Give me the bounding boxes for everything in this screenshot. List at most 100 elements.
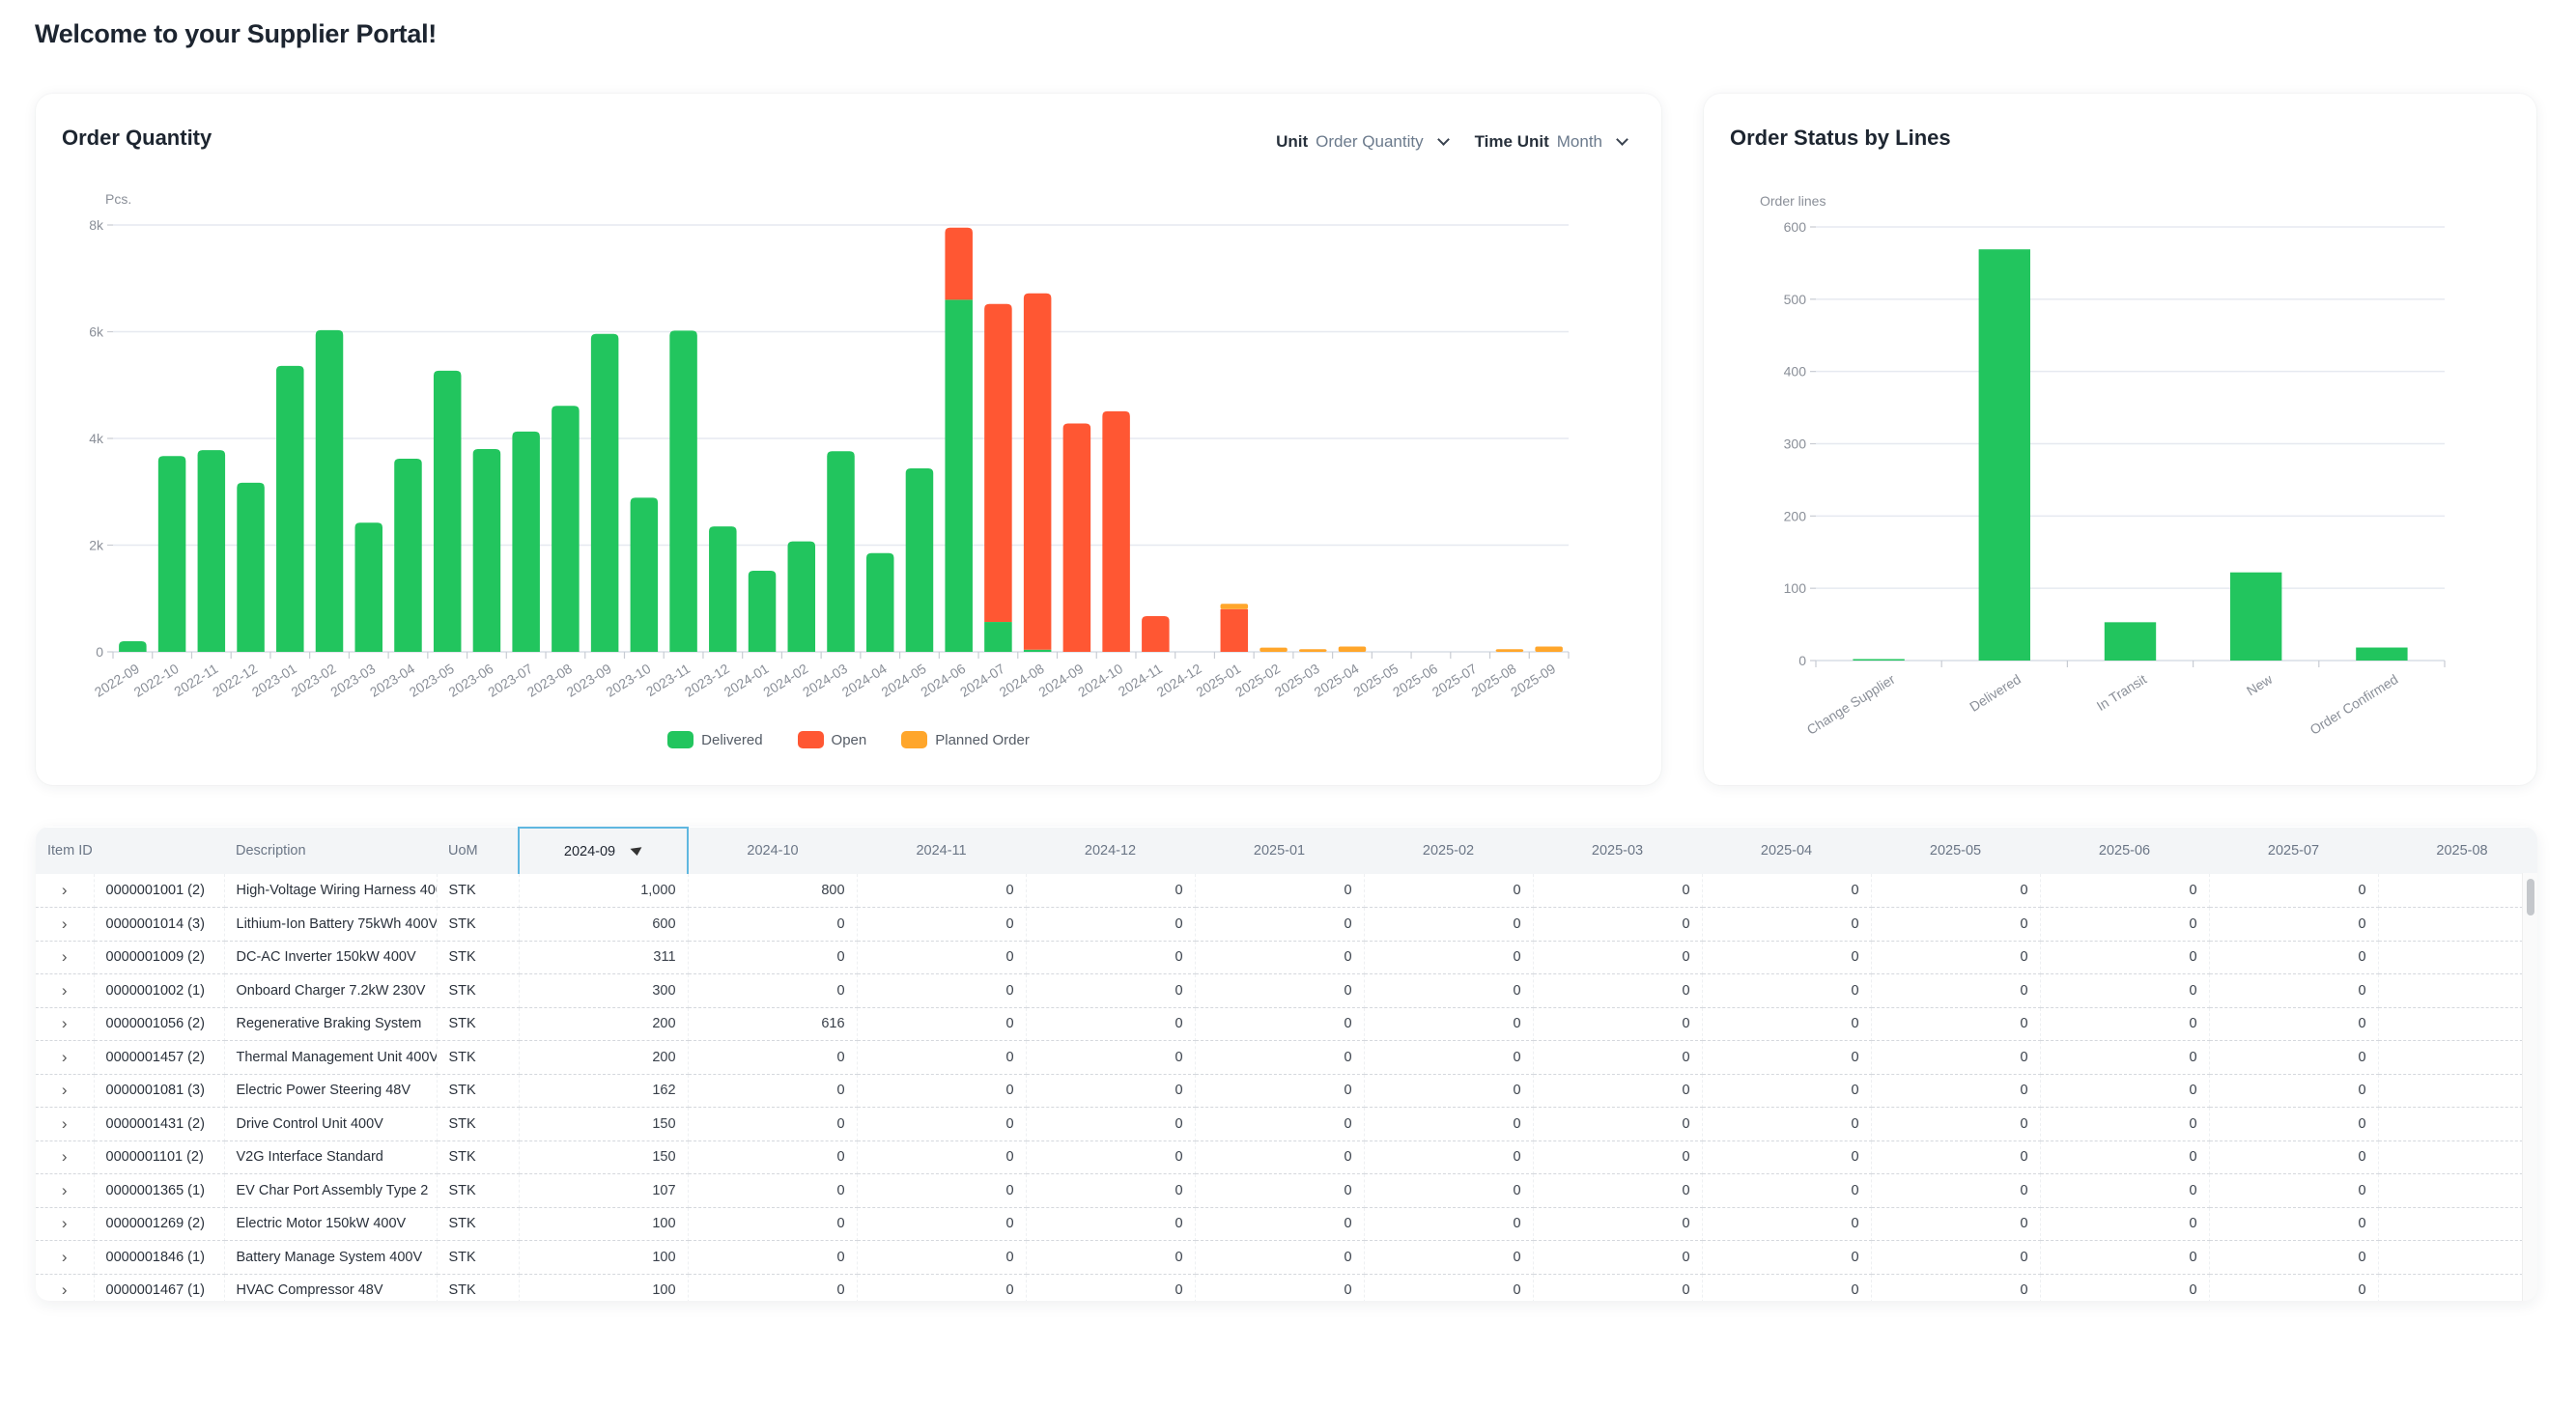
table-row[interactable]: › 0000001056 (2) Regenerative Braking Syst… bbox=[36, 1007, 2537, 1041]
quantity-cell: 0 bbox=[857, 874, 1027, 908]
column-header-2024-10[interactable]: 2024-10 bbox=[688, 828, 858, 874]
bar-delivered[interactable] bbox=[237, 482, 265, 652]
column-header-2025-05[interactable]: 2025-05 bbox=[1871, 828, 2041, 874]
expand-row-chevron-icon[interactable]: › bbox=[36, 907, 95, 942]
column-header-2025-01[interactable]: 2025-01 bbox=[1195, 828, 1365, 874]
expand-row-chevron-icon[interactable]: › bbox=[36, 941, 95, 974]
expand-row-chevron-icon[interactable]: › bbox=[36, 973, 95, 1008]
column-header-2024-09[interactable]: 2024-09 bbox=[518, 827, 690, 874]
expand-row-chevron-icon[interactable]: › bbox=[36, 1207, 95, 1241]
item-id-cell: 0000001009 (2) bbox=[94, 941, 225, 974]
column-header-2025-02[interactable]: 2025-02 bbox=[1364, 828, 1534, 874]
bar-open[interactable] bbox=[1142, 615, 1170, 652]
table-row[interactable]: › 0000001001 (2) High-Voltage Wiring Harne… bbox=[36, 874, 2537, 908]
order-table: Item ID Description UoM 2024-09 2024-10 2024-… bbox=[36, 827, 2537, 1301]
bar-planned-order[interactable] bbox=[1535, 646, 1563, 652]
bar-planned-order[interactable] bbox=[1495, 649, 1524, 652]
bar-delivered[interactable] bbox=[787, 541, 816, 652]
column-header-2025-08[interactable]: 2025-08 bbox=[2378, 828, 2537, 874]
bar-delivered[interactable] bbox=[157, 456, 186, 652]
table-row[interactable]: › 0000001002 (1) Onboard Charger 7.2kW 230… bbox=[36, 973, 2537, 1008]
table-row[interactable]: › 0000001846 (1) Battery Manage System 400… bbox=[36, 1240, 2537, 1275]
bar-planned-order[interactable] bbox=[1260, 647, 1288, 652]
bar-in-transit[interactable] bbox=[2104, 622, 2157, 661]
bar-delivered[interactable] bbox=[315, 329, 344, 652]
quantity-cell: 0 bbox=[1195, 1173, 1365, 1208]
expand-row-chevron-icon[interactable]: › bbox=[36, 874, 95, 908]
bar-delivered[interactable] bbox=[354, 522, 382, 652]
bar-delivered[interactable] bbox=[552, 406, 580, 652]
bar-delivered[interactable] bbox=[748, 571, 777, 652]
expand-row-chevron-icon[interactable]: › bbox=[36, 1274, 95, 1301]
column-header-item-id[interactable]: Item ID bbox=[36, 828, 225, 874]
bar-delivered[interactable] bbox=[984, 622, 1012, 652]
table-row[interactable]: › 0000001009 (2) DC-AC Inverter 150kW 400V… bbox=[36, 941, 2537, 974]
table-row[interactable]: › 0000001467 (1) HVAC Compressor 48V STK 100… bbox=[36, 1274, 2537, 1301]
bar-order-confirmed[interactable] bbox=[2356, 647, 2408, 661]
bar-delivered[interactable] bbox=[276, 365, 304, 652]
bar-delivered[interactable] bbox=[669, 330, 697, 652]
bar-open[interactable] bbox=[1062, 423, 1091, 652]
quantity-cell: 0 bbox=[2040, 907, 2210, 942]
bar-open[interactable] bbox=[945, 227, 973, 300]
table-row[interactable]: › 0000001431 (2) Drive Control Unit 400V ST… bbox=[36, 1107, 2537, 1141]
column-header-2025-03[interactable]: 2025-03 bbox=[1533, 828, 1703, 874]
sort-descending-icon[interactable] bbox=[630, 846, 643, 857]
bar-delivered[interactable] bbox=[630, 497, 659, 652]
bar-delivered[interactable] bbox=[472, 449, 501, 652]
bar-delivered[interactable] bbox=[512, 431, 540, 652]
column-header-2024-11[interactable]: 2024-11 bbox=[857, 828, 1027, 874]
bar-delivered[interactable] bbox=[590, 333, 619, 652]
bar-planned-order[interactable] bbox=[1338, 646, 1367, 652]
legend-item-open[interactable]: Open bbox=[797, 731, 866, 748]
bar-delivered[interactable] bbox=[827, 451, 855, 652]
bar-delivered[interactable] bbox=[394, 458, 422, 652]
bar-delivered[interactable] bbox=[1978, 249, 2030, 661]
bar-delivered[interactable] bbox=[709, 526, 737, 652]
expand-row-chevron-icon[interactable]: › bbox=[36, 1240, 95, 1275]
column-header-2025-07[interactable]: 2025-07 bbox=[2209, 828, 2379, 874]
bar-delivered[interactable] bbox=[1023, 649, 1052, 652]
bar-open[interactable] bbox=[984, 303, 1012, 623]
expand-row-chevron-icon[interactable]: › bbox=[36, 1040, 95, 1075]
bar-planned-order[interactable] bbox=[1299, 649, 1327, 652]
expand-row-chevron-icon[interactable]: › bbox=[36, 1173, 95, 1208]
quantity-cell: 0 bbox=[688, 1240, 858, 1275]
quantity-cell: 0 bbox=[1364, 941, 1534, 974]
bar-planned-order[interactable] bbox=[1220, 604, 1249, 609]
table-row[interactable]: › 0000001081 (3) Electric Power Steering 4… bbox=[36, 1074, 2537, 1108]
bar-delivered[interactable] bbox=[905, 467, 934, 652]
bar-delivered[interactable] bbox=[865, 552, 894, 652]
expand-row-chevron-icon[interactable]: › bbox=[36, 1107, 95, 1141]
column-header-2025-04[interactable]: 2025-04 bbox=[1702, 828, 1872, 874]
column-header-uom[interactable]: UoM bbox=[437, 828, 520, 874]
table-row[interactable]: › 0000001014 (3) Lithium-Ion Battery 75kWh… bbox=[36, 907, 2537, 942]
quantity-cell: 0 bbox=[2209, 1274, 2379, 1301]
bar-open[interactable] bbox=[1102, 410, 1130, 652]
table-row[interactable]: › 0000001457 (2) Thermal Management Unit 4… bbox=[36, 1040, 2537, 1075]
legend-item-planned-order[interactable]: Planned Order bbox=[901, 731, 1030, 748]
bar-delivered[interactable] bbox=[945, 299, 973, 652]
bar-open[interactable] bbox=[1220, 608, 1249, 652]
table-row[interactable]: › 0000001365 (1) EV Char Port Assembly Typ… bbox=[36, 1173, 2537, 1208]
column-header-description[interactable]: Description bbox=[224, 828, 438, 874]
quantity-cell: 0 bbox=[1364, 874, 1534, 908]
quantity-cell: 0 bbox=[857, 1140, 1027, 1174]
column-header-2024-12[interactable]: 2024-12 bbox=[1026, 828, 1196, 874]
expand-row-chevron-icon[interactable]: › bbox=[36, 1140, 95, 1174]
expand-row-chevron-icon[interactable]: › bbox=[36, 1074, 95, 1108]
column-header-2025-06[interactable]: 2025-06 bbox=[2040, 828, 2210, 874]
bar-delivered[interactable] bbox=[119, 640, 147, 652]
bar-delivered[interactable] bbox=[197, 450, 226, 652]
legend-item-delivered[interactable]: Delivered bbox=[667, 731, 763, 748]
table-row[interactable]: › 0000001101 (2) V2G Interface Standard STK… bbox=[36, 1140, 2537, 1174]
bar-change-supplier[interactable] bbox=[1853, 659, 1905, 662]
quantity-cell: 0 bbox=[2378, 1173, 2537, 1208]
vertical-scrollbar[interactable] bbox=[2522, 873, 2537, 1301]
table-row[interactable]: › 0000001269 (2) Electric Motor 150kW 400V… bbox=[36, 1207, 2537, 1241]
bar-open[interactable] bbox=[1023, 293, 1052, 650]
expand-row-chevron-icon[interactable]: › bbox=[36, 1007, 95, 1041]
scrollbar-thumb[interactable] bbox=[2527, 879, 2534, 915]
bar-new[interactable] bbox=[2230, 572, 2282, 661]
bar-delivered[interactable] bbox=[433, 370, 462, 652]
